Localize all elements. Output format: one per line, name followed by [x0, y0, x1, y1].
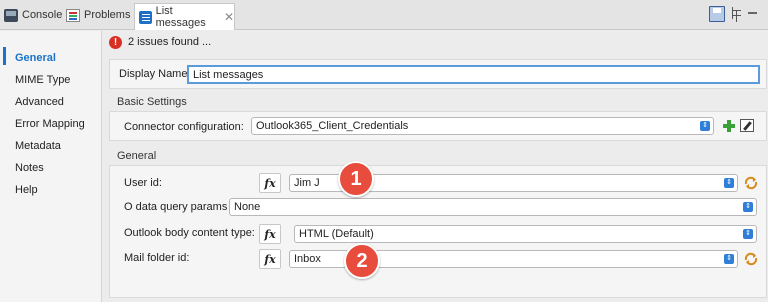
close-icon[interactable]: ✕: [224, 10, 234, 24]
tab-list-messages-label: List messages: [155, 5, 206, 29]
tree-view-icon[interactable]: [729, 6, 745, 22]
nav-item-general[interactable]: General: [15, 52, 56, 64]
connector-config-select[interactable]: Outlook365_Client_Credentials ⇕: [251, 117, 714, 135]
display-name-input[interactable]: List messages: [187, 65, 760, 84]
tab-problems[interactable]: Problems: [66, 4, 130, 26]
minimize-icon[interactable]: [745, 6, 761, 22]
chevron-down-icon: ⇕: [724, 178, 734, 188]
active-nav-marker: [3, 47, 6, 65]
odata-query-value: None: [234, 201, 261, 213]
fx-toggle-body-content-type[interactable]: fx: [259, 224, 281, 244]
error-icon: !: [109, 35, 122, 49]
tab-problems-label: Problems: [84, 9, 131, 21]
list-messages-icon: [139, 10, 152, 24]
connector-config-value: Outlook365_Client_Credentials: [256, 120, 409, 132]
refresh-icon[interactable]: [743, 251, 759, 267]
connector-config-label: Connector configuration:: [124, 121, 244, 133]
chevron-down-icon: ⇕: [743, 229, 753, 239]
chevron-down-icon: ⇕: [724, 254, 734, 264]
console-icon: [4, 8, 18, 22]
fx-toggle-user-id[interactable]: fx: [259, 173, 281, 193]
display-name-label: Display Name:: [119, 68, 191, 80]
callout-badge-2: 2: [344, 243, 380, 279]
chevron-down-icon: ⇕: [700, 121, 710, 131]
body-content-type-label: Outlook body content type:: [124, 227, 255, 239]
basic-settings-title: Basic Settings: [117, 96, 187, 108]
tab-list-messages[interactable]: List messages ✕: [134, 3, 235, 30]
nav-item-mime-type[interactable]: MIME Type: [15, 74, 70, 86]
tab-console-label: Console: [22, 9, 63, 21]
tab-console[interactable]: Console: [4, 4, 62, 26]
user-id-label: User id:: [124, 177, 162, 189]
issues-summary[interactable]: ! 2 issues found ...: [109, 34, 211, 50]
editor-tab-bar: Console Problems List messages ✕: [0, 0, 768, 30]
odata-query-select[interactable]: None ⇕: [229, 198, 757, 216]
general-title: General: [117, 150, 157, 162]
chevron-down-icon: ⇕: [743, 202, 753, 212]
nav-item-error-mapping[interactable]: Error Mapping: [15, 118, 85, 130]
issues-text: 2 issues found ...: [128, 36, 212, 48]
save-icon[interactable]: [709, 6, 725, 22]
nav-item-metadata[interactable]: Metadata: [15, 140, 61, 152]
callout-badge-1: 1: [338, 161, 374, 197]
basic-settings-panel: Connector configuration: Outlook365_Clie…: [109, 111, 767, 141]
mail-folder-label: Mail folder id:: [124, 252, 190, 264]
nav-item-advanced[interactable]: Advanced: [15, 96, 64, 108]
user-id-value: Jim J: [294, 177, 320, 189]
nav-item-notes[interactable]: Notes: [15, 162, 44, 174]
body-content-type-select[interactable]: HTML (Default) ⇕: [294, 225, 757, 243]
body-content-type-value: HTML (Default): [299, 228, 374, 240]
refresh-icon[interactable]: [743, 175, 759, 191]
properties-nav: General MIME Type Advanced Error Mapping…: [0, 31, 102, 302]
display-name-panel: Display Name: List messages: [109, 59, 767, 89]
general-panel: User id: fx Jim J ⇕ O data query params …: [109, 165, 767, 298]
edit-config-icon[interactable]: [740, 119, 754, 132]
mail-folder-value: Inbox: [294, 253, 321, 265]
add-config-icon[interactable]: [723, 120, 735, 132]
nav-item-help[interactable]: Help: [15, 184, 38, 196]
fx-toggle-mail-folder[interactable]: fx: [259, 249, 281, 269]
properties-content: ! 2 issues found ... Display Name: List …: [103, 31, 768, 302]
odata-query-label: O data query params: [124, 201, 228, 213]
problems-icon: [66, 8, 80, 22]
